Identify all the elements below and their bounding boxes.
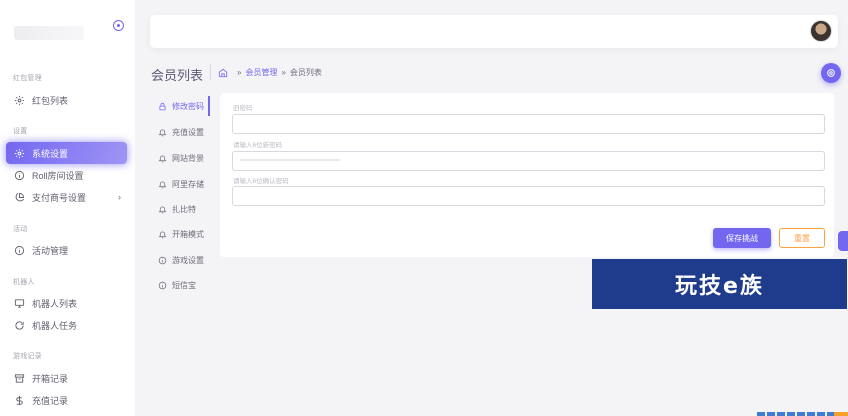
- new-password-label: 请输入6位新密码: [233, 142, 283, 149]
- tab-game-settings[interactable]: 游戏设置: [150, 250, 210, 270]
- section-title-game-records: 游戏记录: [13, 353, 42, 360]
- gear-icon: [14, 95, 25, 106]
- sidebar-item-roll-room[interactable]: Roll房间设置: [6, 164, 127, 186]
- info-circle-icon: [158, 256, 167, 265]
- gear-icon: [14, 148, 25, 159]
- tab-label: 充值设置: [172, 127, 204, 137]
- change-password-card: 旧密码 请输入6位新密码 请输入6位确认密码 保存挑战 重置: [220, 93, 834, 257]
- tab-site-background[interactable]: 网站背景: [150, 148, 210, 168]
- sidebar-item-system-settings[interactable]: 系统设置: [6, 142, 127, 164]
- top-navbar: [150, 15, 838, 48]
- sidebar-item-unbox-records[interactable]: 开箱记录: [6, 367, 127, 389]
- save-button[interactable]: 保存挑战: [713, 228, 771, 248]
- breadcrumb-separator: »: [281, 68, 286, 77]
- tab-ali-storage[interactable]: 阿里存储: [150, 174, 210, 194]
- tab-label: 网站背景: [172, 153, 204, 163]
- old-password-label: 旧密码: [233, 105, 253, 112]
- sidebar-item-label: 开箱记录: [32, 373, 69, 384]
- tab-zbit[interactable]: 扎比特: [150, 199, 210, 219]
- breadcrumb-divider: [210, 64, 211, 80]
- pie-chart-icon: [14, 192, 25, 203]
- new-password-field[interactable]: [232, 151, 825, 171]
- info-circle-icon: [14, 245, 25, 256]
- watermark-text: 玩技e族: [675, 274, 764, 299]
- customizer-toggle-button[interactable]: [838, 231, 848, 251]
- chevron-right-icon: ›: [118, 192, 121, 202]
- tab-label: 修改密码: [172, 101, 204, 111]
- breadcrumb: » 会员管理 » 会员列表: [218, 67, 322, 78]
- settings-fab-button[interactable]: [821, 63, 841, 83]
- sidebar-item-label: 支付商号设置: [32, 192, 87, 203]
- tab-change-password[interactable]: 修改密码: [150, 96, 210, 116]
- collapse-toggle-icon[interactable]: [113, 20, 124, 31]
- lock-icon: [158, 102, 167, 111]
- tab-unbox-mode[interactable]: 开箱模式: [150, 224, 210, 244]
- refresh-icon: [14, 320, 25, 331]
- sidebar-item-label: 红包列表: [32, 95, 69, 106]
- breadcrumb-member-list: 会员列表: [289, 68, 322, 77]
- info-circle-icon: [14, 170, 25, 181]
- section-title-robot: 机器人: [13, 279, 35, 286]
- bell-icon: [158, 205, 167, 214]
- brand-logo: [14, 26, 84, 40]
- home-icon[interactable]: [218, 68, 228, 78]
- avatar[interactable]: [810, 20, 832, 42]
- sidebar-item-recharge-records[interactable]: 充值记录: [6, 389, 127, 411]
- page-title: 会员列表: [151, 68, 204, 83]
- tab-label: 短信宝: [172, 280, 196, 290]
- old-password-field[interactable]: [232, 114, 825, 134]
- tab-label: 扎比特: [172, 204, 196, 214]
- sidebar-item-payment-merchant[interactable]: 支付商号设置 ›: [6, 186, 127, 208]
- watermark-banner: 玩技e族: [592, 259, 847, 309]
- bell-icon: [158, 230, 167, 239]
- reset-button[interactable]: 重置: [779, 228, 825, 248]
- breadcrumb-separator: »: [237, 68, 242, 77]
- tab-sms-bao[interactable]: 短信宝: [150, 275, 210, 295]
- monitor-icon: [14, 298, 25, 309]
- confirm-password-field[interactable]: [232, 186, 825, 206]
- sidebar-item-robot-list[interactable]: 机器人列表: [6, 292, 127, 314]
- tab-label: 游戏设置: [172, 255, 204, 265]
- sidebar: 红包管理 红包列表 设置 系统设置 Roll房间设置 支付商号设置 › 活动 活…: [0, 0, 135, 416]
- tab-label: 开箱模式: [172, 229, 204, 239]
- sidebar-item-activity-management[interactable]: 活动管理: [6, 239, 127, 261]
- tab-label: 阿里存储: [172, 179, 204, 189]
- sidebar-item-label: 活动管理: [32, 245, 69, 256]
- confirm-password-label: 请输入6位确认密码: [233, 178, 289, 185]
- field-hint-line: [240, 159, 340, 161]
- section-title-redpacket: 红包管理: [13, 75, 42, 82]
- bell-icon: [158, 180, 167, 189]
- sidebar-item-label: 充值记录: [32, 395, 69, 406]
- bottom-decoration: [757, 412, 848, 416]
- bell-icon: [158, 128, 167, 137]
- tab-recharge-settings[interactable]: 充值设置: [150, 122, 210, 142]
- sidebar-item-label: 机器人列表: [32, 298, 78, 309]
- gear-icon: [826, 68, 836, 78]
- sidebar-item-robot-task[interactable]: 机器人任务: [6, 314, 127, 336]
- dollar-icon: [14, 395, 25, 406]
- info-circle-icon: [158, 281, 167, 290]
- brand: [10, 18, 128, 48]
- section-title-settings: 设置: [13, 128, 28, 135]
- bell-icon: [158, 154, 167, 163]
- breadcrumb-member-management[interactable]: 会员管理: [245, 67, 277, 78]
- new-password-wrapper: [232, 151, 825, 171]
- sidebar-item-label: 系统设置: [32, 148, 69, 159]
- section-title-activity: 活动: [13, 226, 28, 233]
- archive-icon: [14, 373, 25, 384]
- sidebar-item-label: Roll房间设置: [32, 170, 84, 181]
- sidebar-item-label: 机器人任务: [32, 320, 78, 331]
- sidebar-item-redpacket-list[interactable]: 红包列表: [6, 89, 127, 111]
